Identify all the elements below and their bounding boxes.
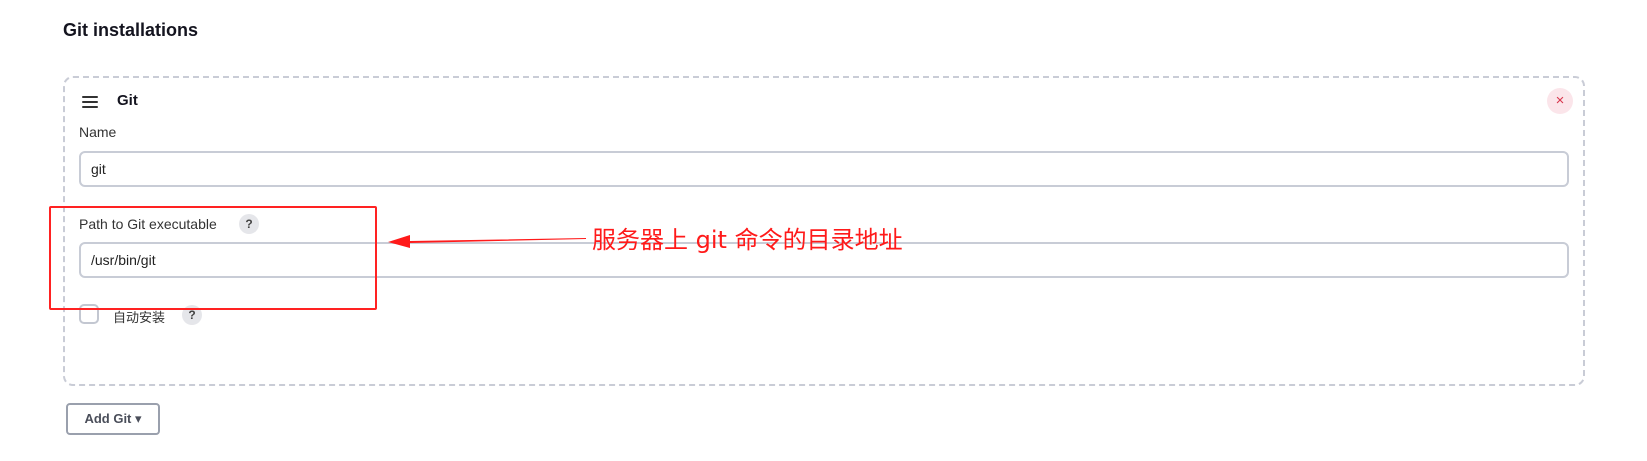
add-git-button[interactable]: Add Git ▾ — [66, 403, 160, 435]
annotation-arrow-icon — [388, 235, 586, 248]
drag-handle-icon[interactable] — [82, 96, 98, 108]
name-field[interactable]: git — [79, 151, 1569, 187]
delete-installation-button[interactable]: × — [1547, 88, 1573, 114]
section-title: Git installations — [63, 20, 199, 40]
card-title: Git — [117, 92, 138, 109]
annotation-highlight-box — [49, 206, 377, 310]
annotation-text: 服务器上 git 命令的目录地址 — [592, 226, 903, 254]
name-label: Name — [79, 124, 117, 140]
